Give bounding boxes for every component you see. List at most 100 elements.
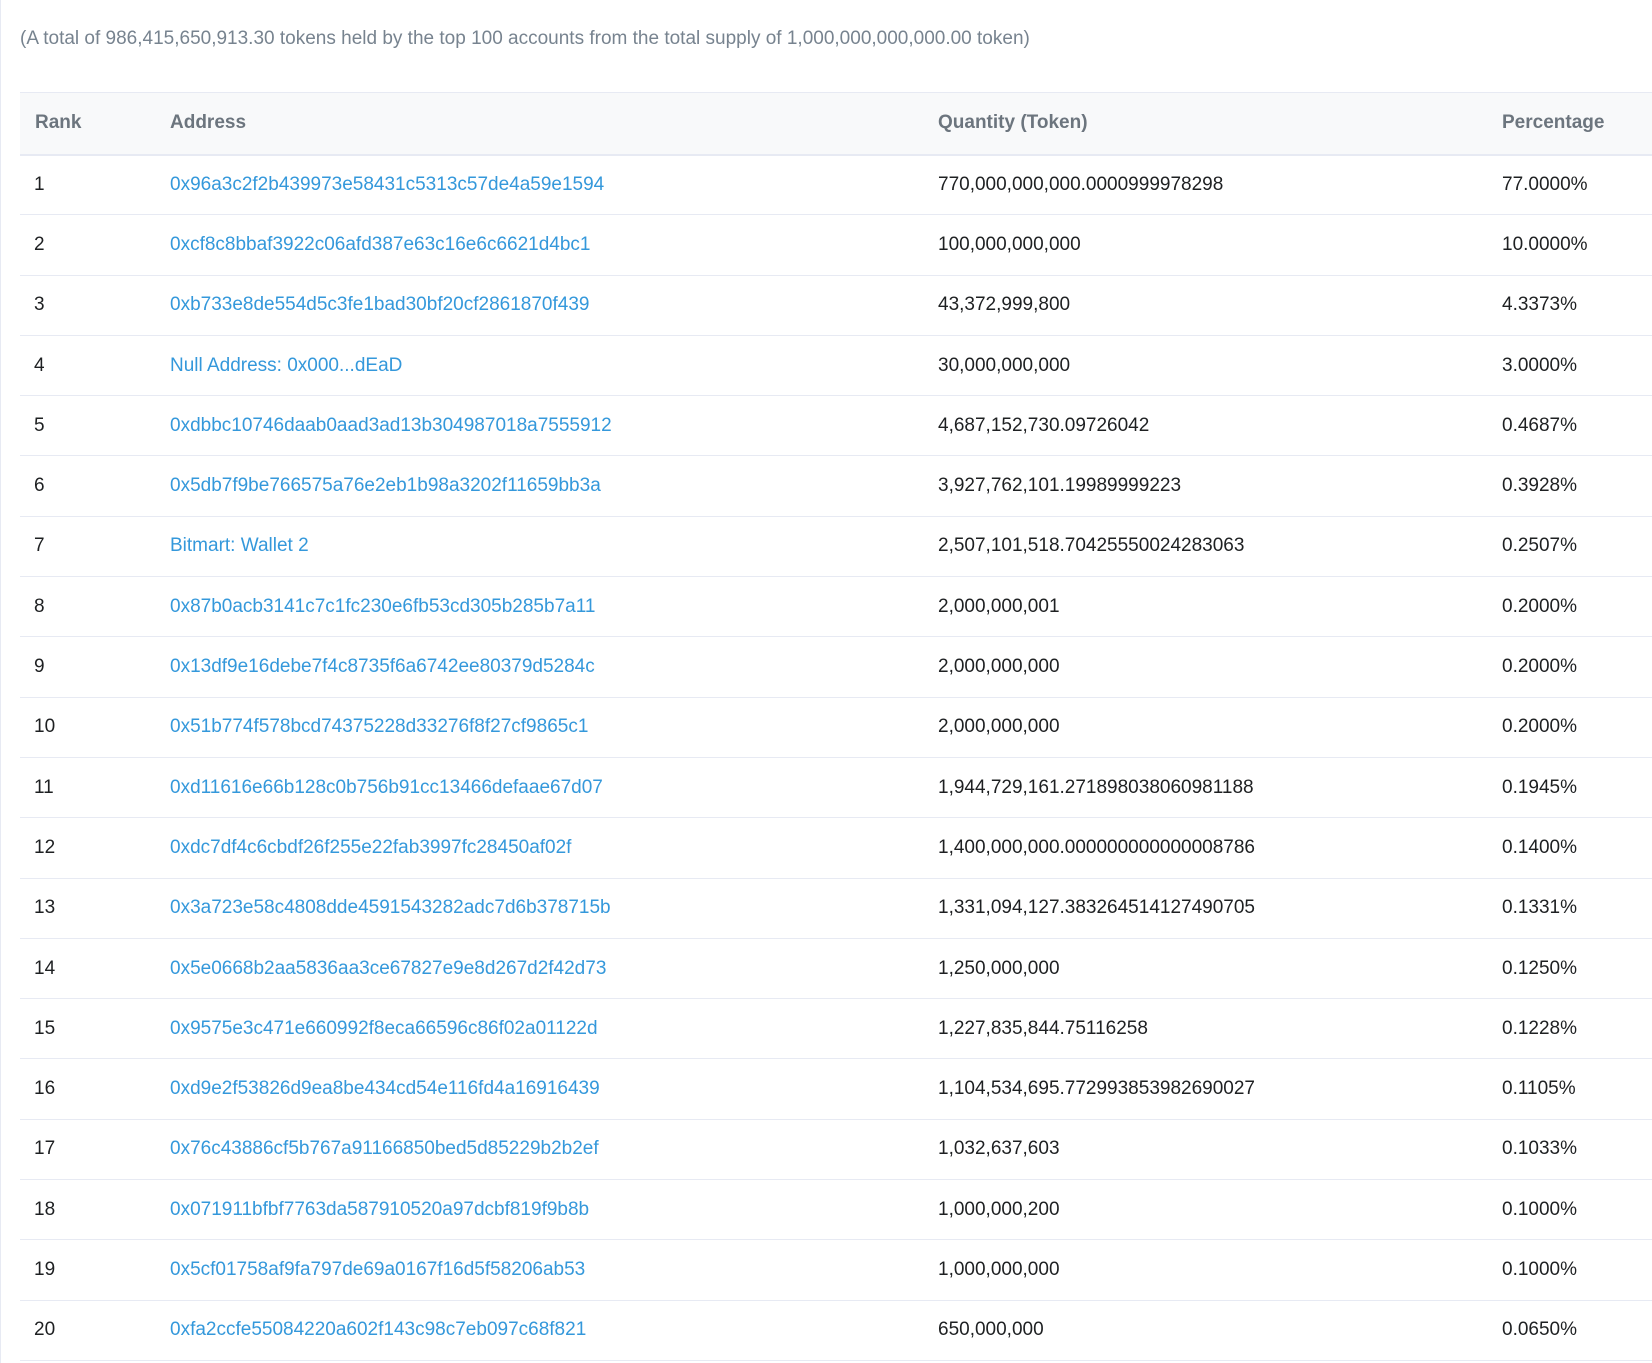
holder-address-link[interactable]: 0x3a723e58c4808dde4591543282adc7d6b37871… (170, 897, 611, 918)
rank-cell: 16 (20, 1058, 155, 1120)
address-cell: 0xfa2ccfe55084220a602f143c98c7eb097c68f8… (155, 1300, 923, 1361)
quantity-cell: 1,331,094,127.383264514127490705 (923, 878, 1487, 939)
table-row: 16 0xd9e2f53826d9ea8be434cd54e116fd4a169… (20, 1058, 1652, 1120)
holder-address-link[interactable]: 0x5e0668b2aa5836aa3ce67827e9e8d267d2f42d… (170, 958, 606, 979)
holder-address-link[interactable]: 0xfa2ccfe55084220a602f143c98c7eb097c68f8… (170, 1319, 586, 1340)
percentage-cell: 0.1400% (1487, 817, 1652, 879)
rank-cell: 15 (20, 998, 155, 1060)
address-cell: 0xdbbc10746daab0aad3ad13b304987018a75559… (155, 395, 923, 457)
rank-cell: 14 (20, 938, 155, 1000)
address-cell: 0xb733e8de554d5c3fe1bad30bf20cf2861870f4… (155, 275, 923, 336)
quantity-cell: 2,507,101,518.70425550024283063 (923, 516, 1487, 578)
rank-cell: 4 (20, 335, 155, 397)
table-row: 17 0x76c43886cf5b767a91166850bed5d85229b… (20, 1119, 1652, 1181)
rank-cell: 7 (20, 516, 155, 578)
address-cell: 0x96a3c2f2b439973e58431c5313c57de4a59e15… (155, 154, 923, 216)
rank-cell: 5 (20, 395, 155, 457)
quantity-cell: 1,000,000,000 (923, 1239, 1487, 1301)
quantity-cell: 4,687,152,730.09726042 (923, 395, 1487, 457)
table-row: 2 0xcf8c8bbaf3922c06afd387e63c16e6c6621d… (20, 214, 1652, 276)
holder-address-link[interactable]: Bitmart: Wallet 2 (170, 535, 309, 556)
holder-address-link[interactable]: Null Address: 0x000...dEaD (170, 355, 402, 376)
quantity-cell: 1,250,000,000 (923, 938, 1487, 1000)
address-cell: 0xd9e2f53826d9ea8be434cd54e116fd4a169164… (155, 1058, 923, 1120)
address-cell: 0x76c43886cf5b767a91166850bed5d85229b2b2… (155, 1119, 923, 1181)
percentage-cell: 0.4687% (1487, 395, 1652, 457)
percentage-cell: 10.0000% (1487, 214, 1652, 276)
table-row: 5 0xdbbc10746daab0aad3ad13b304987018a755… (20, 395, 1652, 457)
rank-column-header: Rank (20, 92, 155, 156)
percentage-cell: 0.1228% (1487, 998, 1652, 1060)
holder-address-link[interactable]: 0x5cf01758af9fa797de69a0167f16d5f58206ab… (170, 1259, 585, 1280)
address-cell: 0x9575e3c471e660992f8eca66596c86f02a0112… (155, 998, 923, 1060)
percentage-cell: 0.2000% (1487, 576, 1652, 638)
rank-cell: 10 (20, 697, 155, 758)
holder-address-link[interactable]: 0x9575e3c471e660992f8eca66596c86f02a0112… (170, 1018, 598, 1039)
rank-cell: 18 (20, 1179, 155, 1241)
table-row: 14 0x5e0668b2aa5836aa3ce67827e9e8d267d2f… (20, 938, 1652, 1000)
address-cell: 0x13df9e16debe7f4c8735f6a6742ee80379d528… (155, 636, 923, 698)
rank-cell: 19 (20, 1239, 155, 1301)
address-cell: 0x51b774f578bcd74375228d33276f8f27cf9865… (155, 697, 923, 758)
quantity-cell: 1,104,534,695.772993853982690027 (923, 1058, 1487, 1120)
percentage-cell: 77.0000% (1487, 154, 1652, 216)
percentage-cell: 0.1000% (1487, 1239, 1652, 1301)
address-cell: 0x87b0acb3141c7c1fc230e6fb53cd305b285b7a… (155, 576, 923, 638)
table-row: 7 Bitmart: Wallet 2 2,507,101,518.704255… (20, 516, 1652, 578)
percentage-cell: 0.1331% (1487, 878, 1652, 939)
address-cell: 0xcf8c8bbaf3922c06afd387e63c16e6c6621d4b… (155, 214, 923, 276)
percentage-cell: 0.1250% (1487, 938, 1652, 1000)
address-cell: 0xd11616e66b128c0b756b91cc13466defaae67d… (155, 757, 923, 819)
rank-cell: 12 (20, 817, 155, 879)
quantity-cell: 770,000,000,000.0000999978298 (923, 154, 1487, 216)
holder-address-link[interactable]: 0x071911bfbf7763da587910520a97dcbf819f9b… (170, 1199, 589, 1220)
rank-cell: 17 (20, 1119, 155, 1181)
holder-address-link[interactable]: 0x51b774f578bcd74375228d33276f8f27cf9865… (170, 716, 588, 737)
table-row: 12 0xdc7df4c6cbdf26f255e22fab3997fc28450… (20, 817, 1652, 879)
address-cell: Null Address: 0x000...dEaD (155, 335, 923, 397)
quantity-cell: 3,927,762,101.19989999223 (923, 455, 1487, 517)
table-body: 1 0x96a3c2f2b439973e58431c5313c57de4a59e… (20, 154, 1652, 1361)
address-cell: 0x071911bfbf7763da587910520a97dcbf819f9b… (155, 1179, 923, 1241)
rank-cell: 11 (20, 757, 155, 819)
holder-address-link[interactable]: 0xdbbc10746daab0aad3ad13b304987018a75559… (170, 415, 612, 436)
table-row: 3 0xb733e8de554d5c3fe1bad30bf20cf2861870… (20, 275, 1652, 336)
table-row: 4 Null Address: 0x000...dEaD 30,000,000,… (20, 335, 1652, 397)
table-row: 15 0x9575e3c471e660992f8eca66596c86f02a0… (20, 998, 1652, 1060)
quantity-cell: 43,372,999,800 (923, 275, 1487, 336)
rank-cell: 6 (20, 455, 155, 517)
rank-cell: 9 (20, 636, 155, 698)
address-cell: 0x5db7f9be766575a76e2eb1b98a3202f11659bb… (155, 455, 923, 517)
quantity-cell: 650,000,000 (923, 1300, 1487, 1361)
rank-cell: 8 (20, 576, 155, 638)
holder-address-link[interactable]: 0x96a3c2f2b439973e58431c5313c57de4a59e15… (170, 174, 604, 195)
quantity-cell: 30,000,000,000 (923, 335, 1487, 397)
percentage-cell: 0.3928% (1487, 455, 1652, 517)
holder-address-link[interactable]: 0x5db7f9be766575a76e2eb1b98a3202f11659bb… (170, 475, 601, 496)
token-holders-page: (A total of 986,415,650,913.30 tokens he… (0, 0, 1652, 1363)
table-row: 20 0xfa2ccfe55084220a602f143c98c7eb097c6… (20, 1300, 1652, 1361)
table-row: 10 0x51b774f578bcd74375228d33276f8f27cf9… (20, 697, 1652, 758)
holder-address-link[interactable]: 0x13df9e16debe7f4c8735f6a6742ee80379d528… (170, 656, 595, 677)
holder-address-link[interactable]: 0xdc7df4c6cbdf26f255e22fab3997fc28450af0… (170, 837, 571, 858)
holder-address-link[interactable]: 0x76c43886cf5b767a91166850bed5d85229b2b2… (170, 1138, 599, 1159)
table-row: 13 0x3a723e58c4808dde4591543282adc7d6b37… (20, 878, 1652, 939)
quantity-cell: 2,000,000,000 (923, 636, 1487, 698)
percentage-cell: 0.1000% (1487, 1179, 1652, 1241)
holder-address-link[interactable]: 0xd11616e66b128c0b756b91cc13466defaae67d… (170, 777, 603, 798)
holder-address-link[interactable]: 0xd9e2f53826d9ea8be434cd54e116fd4a169164… (170, 1078, 600, 1099)
holder-address-link[interactable]: 0x87b0acb3141c7c1fc230e6fb53cd305b285b7a… (170, 596, 595, 617)
quantity-cell: 2,000,000,000 (923, 697, 1487, 758)
address-cell: 0xdc7df4c6cbdf26f255e22fab3997fc28450af0… (155, 817, 923, 879)
quantity-cell: 1,227,835,844.75116258 (923, 998, 1487, 1060)
holder-address-link[interactable]: 0xb733e8de554d5c3fe1bad30bf20cf2861870f4… (170, 294, 589, 315)
address-cell: 0x5e0668b2aa5836aa3ce67827e9e8d267d2f42d… (155, 938, 923, 1000)
percentage-cell: 3.0000% (1487, 335, 1652, 397)
percentage-cell: 0.2000% (1487, 636, 1652, 698)
quantity-cell: 2,000,000,001 (923, 576, 1487, 638)
quantity-cell: 1,000,000,200 (923, 1179, 1487, 1241)
quantity-cell: 1,944,729,161.271898038060981188 (923, 757, 1487, 819)
holder-address-link[interactable]: 0xcf8c8bbaf3922c06afd387e63c16e6c6621d4b… (170, 234, 590, 255)
table-row: 11 0xd11616e66b128c0b756b91cc13466defaae… (20, 757, 1652, 819)
percentage-cell: 4.3373% (1487, 275, 1652, 336)
